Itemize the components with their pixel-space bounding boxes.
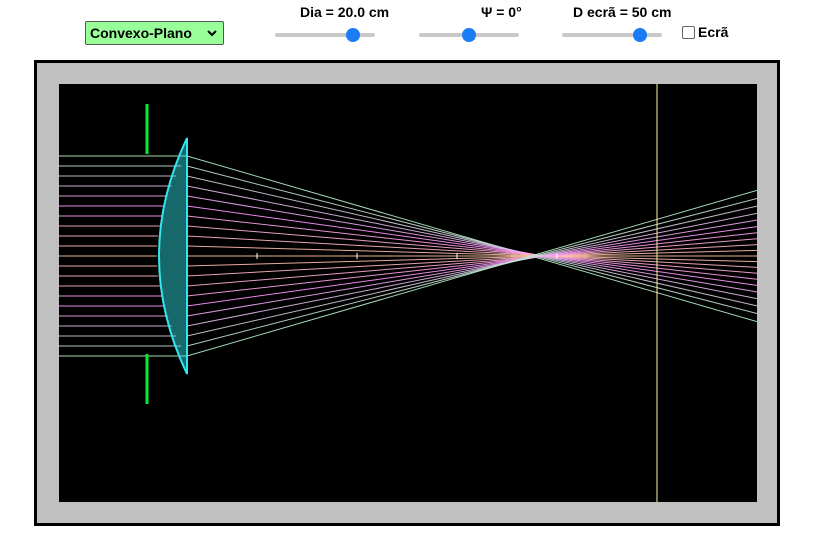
chevron-down-icon (207, 30, 217, 37)
angle-slider[interactable] (419, 28, 519, 42)
optics-canvas[interactable] (59, 84, 757, 502)
screen-checkbox-label: Ecrã (698, 24, 729, 40)
diameter-label: Dia = 20.0 cm (300, 4, 390, 20)
slider-thumb[interactable] (346, 28, 361, 42)
refracted-ray (186, 219, 757, 317)
refracted-ray (186, 195, 757, 293)
screen-distance-slider[interactable] (562, 28, 662, 42)
diameter-slider[interactable] (275, 28, 375, 42)
slider-thumb[interactable] (633, 28, 648, 42)
refracted-ray (186, 198, 757, 347)
lens-shape (158, 137, 188, 375)
refracted-ray (186, 245, 757, 263)
optics-scene (59, 84, 757, 502)
lens-type-select[interactable]: Convexo-Plano (85, 21, 224, 45)
refracted-ray (186, 165, 757, 314)
angle-label: Ψ = 0° (481, 4, 522, 20)
screen-distance-label: D ecrã = 50 cm (573, 4, 672, 20)
lens-type-value: Convexo-Plano (90, 25, 192, 41)
slider-thumb[interactable] (462, 28, 476, 42)
screen-checkbox[interactable] (682, 25, 695, 39)
screen-toggle[interactable]: Ecrã (682, 24, 728, 40)
refracted-ray (186, 249, 757, 267)
